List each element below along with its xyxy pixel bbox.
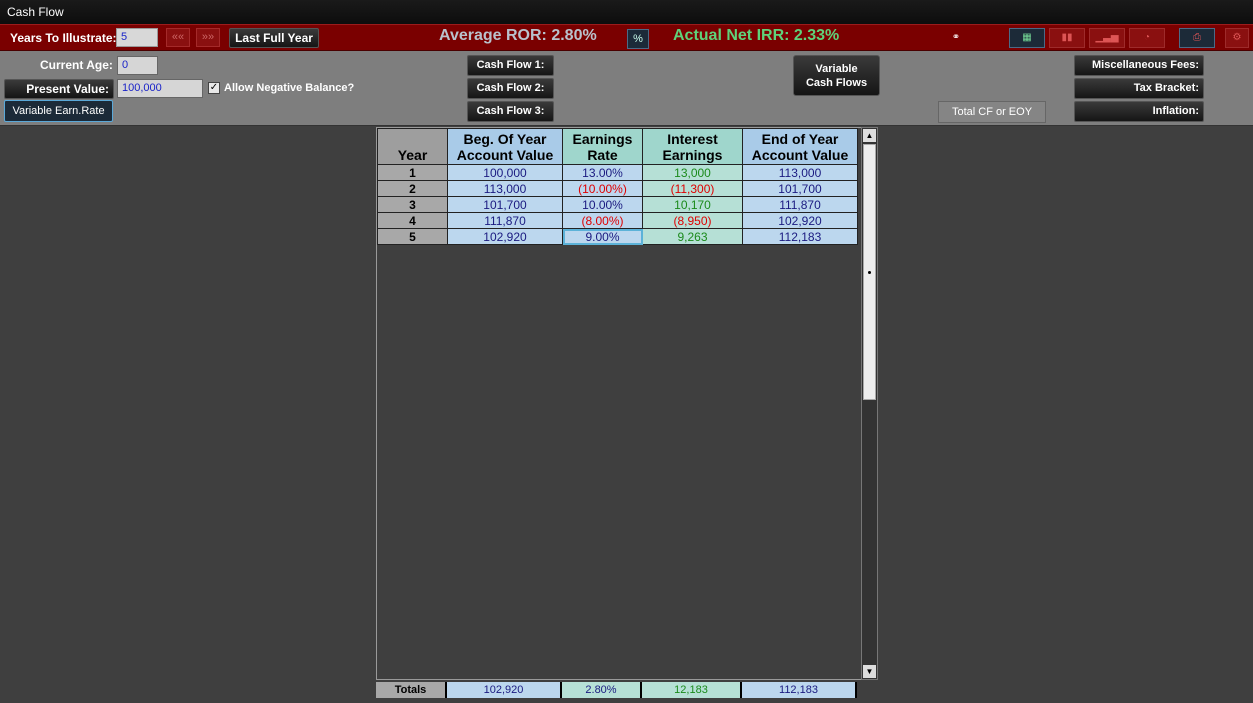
table-row: 2 113,000 (10.00%) (11,300) 101,700 <box>377 180 858 197</box>
miscellaneous-fees-button[interactable]: Miscellaneous Fees: <box>1074 55 1204 76</box>
beg-value-cell: 113,000 <box>447 180 563 197</box>
window-title: Cash Flow <box>0 0 1253 24</box>
beg-value-cell: 111,870 <box>447 212 563 229</box>
scroll-position-dot <box>868 271 871 274</box>
current-age-input[interactable]: 0 <box>117 56 158 75</box>
allow-negative-balance-checkbox[interactable]: ✓ <box>208 82 220 94</box>
totals-interest-earnings: 12,183 <box>641 682 742 698</box>
totals-end-value: 112,183 <box>741 682 857 698</box>
cash-flow-window: Cash Flow Years To Illustrate: 5 «« »» L… <box>0 0 1253 703</box>
variable-earn-rate-button[interactable]: Variable Earn.Rate <box>4 100 113 122</box>
header-rate-line1: Earnings <box>572 131 633 147</box>
header-beg-line2: Account Value <box>456 147 554 163</box>
end-value-cell: 101,700 <box>742 180 858 197</box>
header-earnings-rate: Earnings Rate <box>562 128 643 165</box>
total-cf-or-eoy-button[interactable]: Total CF or EOY <box>938 101 1046 123</box>
table-row: 4 111,870 (8.00%) (8,950) 102,920 <box>377 212 858 229</box>
scroll-down-arrow-icon[interactable]: ▼ <box>863 665 876 678</box>
totals-row: Totals 102,920 2.80% 12,183 112,183 <box>376 682 857 698</box>
end-value-cell: 111,870 <box>742 196 858 213</box>
earnings-rate-cell[interactable]: (10.00%) <box>562 180 643 197</box>
header-end-line2: Account Value <box>751 147 849 163</box>
gear-icon[interactable]: ⚙ <box>1225 28 1249 48</box>
years-to-illustrate-input[interactable]: 5 <box>116 28 158 47</box>
header-rate-line2: Rate <box>587 147 618 163</box>
pie-chart-icon[interactable]: ◔ <box>1129 28 1165 48</box>
beg-value-cell: 102,920 <box>447 228 563 245</box>
interest-earnings-cell: 13,000 <box>642 164 743 181</box>
earnings-rate-cell[interactable]: (8.00%) <box>562 212 643 229</box>
scroll-up-arrow-icon[interactable]: ▲ <box>863 129 876 142</box>
beg-value-cell: 101,700 <box>447 196 563 213</box>
earnings-rate-cell-selected[interactable]: 9.00% <box>562 228 643 245</box>
print-icon[interactable]: ⎙ <box>1179 28 1215 48</box>
header-year-text: Year <box>397 147 428 163</box>
interest-earnings-cell: 9,263 <box>642 228 743 245</box>
interest-earnings-cell: (8,950) <box>642 212 743 229</box>
cash-flow-3-button[interactable]: Cash Flow 3: <box>467 101 554 122</box>
end-value-cell: 113,000 <box>742 164 858 181</box>
last-full-year-button[interactable]: Last Full Year <box>229 28 319 48</box>
actual-net-irr-label: Actual Net IRR: 2.33% <box>673 27 840 44</box>
current-age-label: Current Age: <box>40 58 113 72</box>
tax-bracket-button[interactable]: Tax Bracket: <box>1074 78 1204 99</box>
header-beg-account-value: Beg. Of Year Account Value <box>447 128 563 165</box>
variable-cash-flows-line1: Variable <box>815 63 858 75</box>
end-value-cell: 112,183 <box>742 228 858 245</box>
input-controls-panel: Current Age: 0 Present Value: 100,000 ✓ … <box>0 51 1253 126</box>
percent-toggle-button[interactable]: % <box>627 29 649 49</box>
header-interest-earnings: Interest Earnings <box>642 128 743 165</box>
header-beg-line1: Beg. Of Year <box>463 131 547 147</box>
cash-flow-1-button[interactable]: Cash Flow 1: <box>467 55 554 76</box>
inflation-button[interactable]: Inflation: <box>1074 101 1204 122</box>
beg-value-cell: 100,000 <box>447 164 563 181</box>
cash-flow-2-button[interactable]: Cash Flow 2: <box>467 78 554 99</box>
years-to-illustrate-label: Years To Illustrate: <box>10 31 117 45</box>
header-end-account-value: End of Year Account Value <box>742 128 858 165</box>
table-view-icon[interactable]: ▦ <box>1009 28 1045 48</box>
table-row: 1 100,000 13.00% 13,000 113,000 <box>377 164 858 181</box>
cash-flow-table: Year Beg. Of Year Account Value Earnings… <box>377 128 858 245</box>
cash-flow-table-panel: Year Beg. Of Year Account Value Earnings… <box>376 127 862 680</box>
average-ror-label: Average ROR: 2.80% <box>439 27 597 44</box>
year-cell: 2 <box>377 180 448 197</box>
summary-toolbar: Years To Illustrate: 5 «« »» Last Full Y… <box>0 24 1253 51</box>
year-cell: 3 <box>377 196 448 213</box>
double-chevron-right-icon[interactable]: »» <box>196 28 220 47</box>
allow-negative-balance-label: Allow Negative Balance? <box>224 82 355 94</box>
year-cell: 4 <box>377 212 448 229</box>
earnings-rate-cell[interactable]: 13.00% <box>562 164 643 181</box>
double-chevron-left-icon[interactable]: «« <box>166 28 190 47</box>
totals-beg-value: 102,920 <box>446 682 562 698</box>
header-end-line1: End of Year <box>761 131 839 147</box>
variable-cash-flows-button[interactable]: Variable Cash Flows <box>793 55 880 96</box>
interest-earnings-cell: (11,300) <box>642 180 743 197</box>
header-int-line1: Interest <box>667 131 718 147</box>
year-cell: 1 <box>377 164 448 181</box>
table-row: 3 101,700 10.00% 10,170 111,870 <box>377 196 858 213</box>
header-int-line2: Earnings <box>662 147 723 163</box>
column-chart-icon[interactable]: ▁▃▅ <box>1089 28 1125 48</box>
table-vertical-scrollbar[interactable]: ▲ ▼ <box>861 127 878 680</box>
unlock-icon[interactable]: ⚭ <box>945 28 967 48</box>
totals-label: Totals <box>376 682 447 698</box>
present-value-button[interactable]: Present Value: <box>4 79 114 99</box>
totals-earnings-rate: 2.80% <box>561 682 642 698</box>
present-value-input[interactable]: 100,000 <box>117 79 203 98</box>
table-row: 5 102,920 9.00% 9,263 112,183 <box>377 228 858 245</box>
end-value-cell: 102,920 <box>742 212 858 229</box>
header-year: Year <box>377 128 448 165</box>
interest-earnings-cell: 10,170 <box>642 196 743 213</box>
year-cell: 5 <box>377 228 448 245</box>
earnings-rate-cell[interactable]: 10.00% <box>562 196 643 213</box>
variable-cash-flows-line2: Cash Flows <box>805 77 868 89</box>
bar-chart-icon[interactable]: ▮▮ <box>1049 28 1085 48</box>
